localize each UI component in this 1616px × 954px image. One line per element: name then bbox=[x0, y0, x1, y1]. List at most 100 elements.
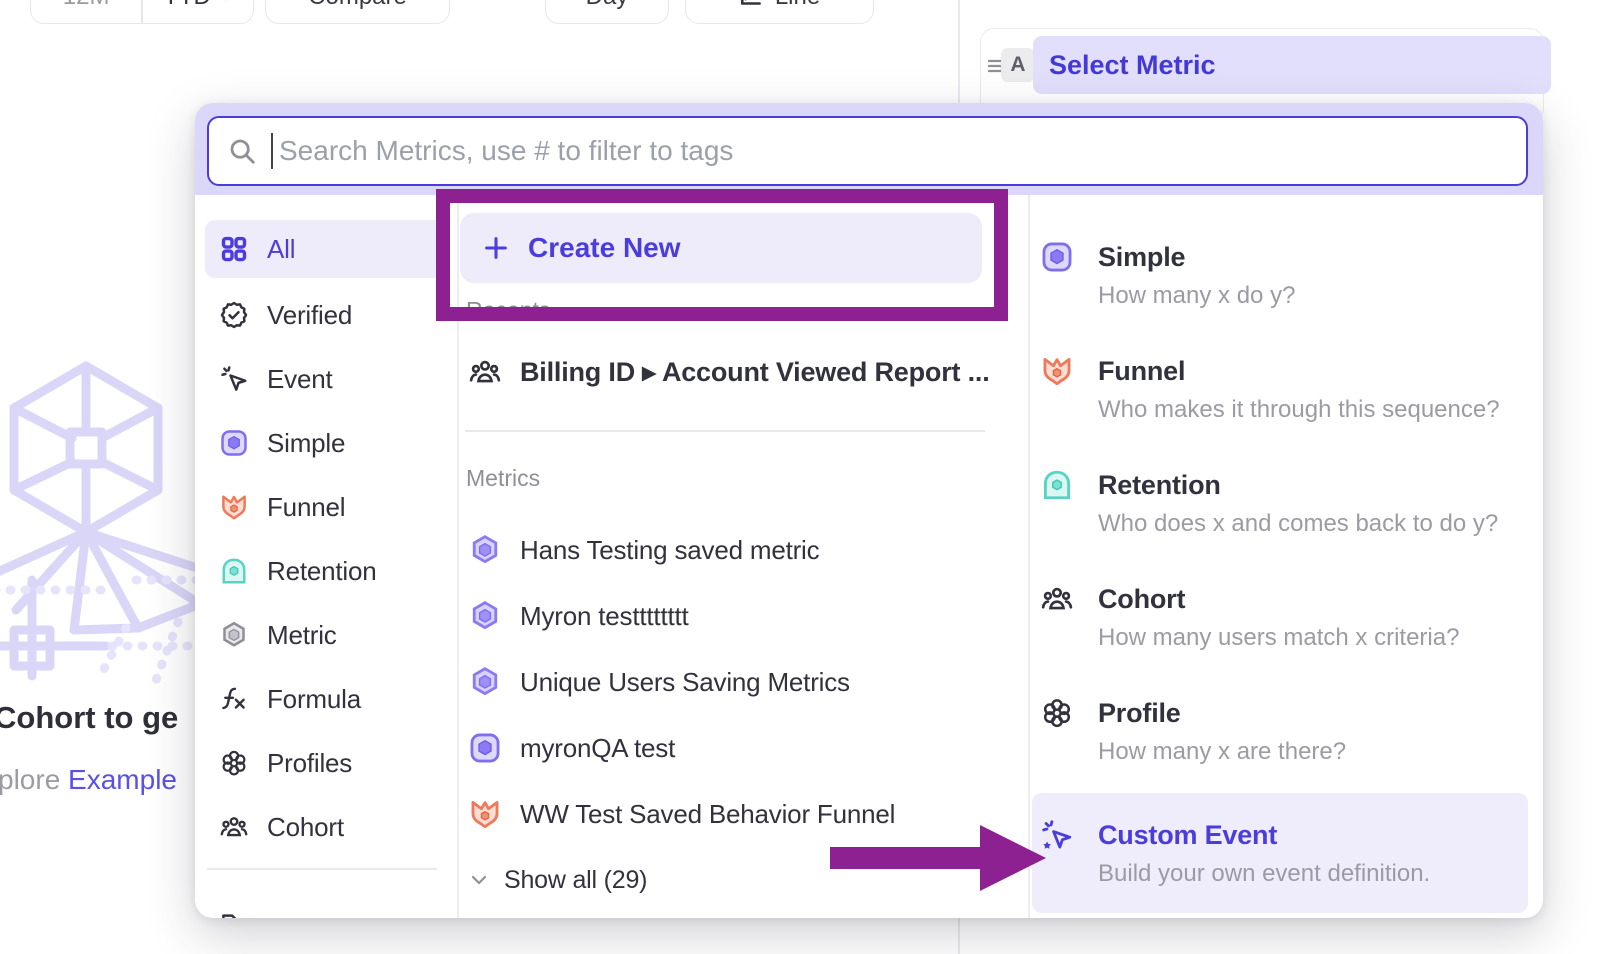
metric-row-letter-badge: A bbox=[1001, 48, 1035, 82]
type-retention[interactable]: Retention bbox=[1040, 465, 1221, 505]
metric-item[interactable]: myronQA test bbox=[468, 726, 675, 770]
date-range-segmented: 12M YTD bbox=[30, 0, 254, 24]
line-label: Line bbox=[775, 0, 820, 11]
type-cohort[interactable]: Cohort bbox=[1040, 579, 1185, 619]
annotation-arrow bbox=[830, 822, 1048, 894]
grid-icon bbox=[219, 234, 249, 264]
metric-hexagon-icon bbox=[219, 620, 249, 650]
type-simple[interactable]: Simple bbox=[1040, 237, 1185, 277]
range-12m-button[interactable]: 12M bbox=[31, 0, 141, 23]
type-funnel-desc: Who makes it through this sequence? bbox=[1098, 396, 1500, 424]
empty-state-headline-fragment: Cohort to ge bbox=[0, 700, 178, 736]
sidebar-item-metric[interactable]: Metric bbox=[205, 606, 447, 664]
sidebar-item-all[interactable]: All bbox=[205, 220, 447, 278]
show-all-toggle[interactable]: Show all (29) bbox=[468, 858, 647, 902]
day-label: Day bbox=[586, 0, 629, 11]
type-title: Retention bbox=[1098, 470, 1221, 501]
type-cohort-desc: How many users match x criteria? bbox=[1098, 624, 1459, 652]
metric-item-label: Hans Testing saved metric bbox=[520, 535, 819, 566]
funnel-icon bbox=[468, 797, 502, 831]
text-cursor bbox=[271, 133, 273, 169]
type-custom-event-desc: Build your own event definition. bbox=[1098, 860, 1430, 888]
profiles-flower-icon bbox=[219, 748, 249, 778]
line-chart-icon bbox=[739, 0, 765, 10]
sidebar-item-formula[interactable]: Formula bbox=[205, 670, 447, 728]
type-simple-desc: How many x do y? bbox=[1098, 282, 1295, 310]
tag-icon bbox=[219, 910, 249, 918]
select-metric-button[interactable]: Select Metric bbox=[1033, 36, 1551, 94]
type-custom-event[interactable]: Custom Event bbox=[1040, 815, 1277, 855]
recent-item-billing[interactable]: Billing ID ▸ Account Viewed Report ... bbox=[468, 350, 990, 394]
type-title: Profile bbox=[1098, 698, 1181, 729]
sidebar-item-label: Profiles bbox=[267, 748, 352, 779]
simple-square-icon bbox=[219, 428, 249, 458]
recents-divider bbox=[465, 430, 985, 432]
search-input[interactable] bbox=[277, 134, 1508, 168]
profiles-flower-icon bbox=[1040, 696, 1074, 730]
compare-button[interactable]: Compare bbox=[265, 0, 450, 24]
sidebar-item-label: Funnel bbox=[267, 492, 345, 523]
empty-state-explore-line: xplore Example bbox=[0, 764, 177, 796]
metric-hexagon-purple-icon bbox=[468, 665, 502, 699]
sidebar-item-simple[interactable]: Simple bbox=[205, 414, 447, 472]
sidebar-item-event[interactable]: Event bbox=[205, 350, 447, 408]
recent-item-label: Billing ID ▸ Account Viewed Report ... bbox=[520, 357, 990, 388]
search-icon bbox=[227, 136, 257, 166]
sidebar-item-funnel[interactable]: Funnel bbox=[205, 478, 447, 536]
retention-arch-icon bbox=[1040, 468, 1074, 502]
metric-hexagon-purple-icon bbox=[468, 599, 502, 633]
sidebar-item-label: Cohort bbox=[267, 812, 344, 843]
annotation-highlight-box bbox=[436, 189, 1008, 321]
event-cursor-icon bbox=[219, 364, 249, 394]
chevron-down-icon bbox=[217, 0, 233, 5]
type-title: Funnel bbox=[1098, 356, 1185, 387]
metric-item-label: Myron testttttttt bbox=[520, 601, 689, 632]
metric-item[interactable]: Hans Testing saved metric bbox=[468, 528, 819, 572]
compare-label: Compare bbox=[308, 0, 407, 11]
show-all-label: Show all (29) bbox=[504, 866, 647, 895]
sidebar-item-label: Retention bbox=[267, 556, 377, 587]
range-ytd-button[interactable]: YTD bbox=[143, 0, 253, 23]
formula-fx-icon bbox=[219, 684, 249, 714]
metric-item[interactable]: Unique Users Saving Metrics bbox=[468, 660, 850, 704]
sidebar-item-verified[interactable]: Verified bbox=[205, 286, 447, 344]
example-link[interactable]: Example bbox=[68, 764, 177, 795]
interval-day-button[interactable]: Day bbox=[545, 0, 669, 24]
sidebar-item-label: Formula bbox=[267, 684, 361, 715]
retention-arch-icon bbox=[219, 556, 249, 586]
types-column-divider bbox=[1028, 195, 1030, 918]
sidebar-item-cohort[interactable]: Cohort bbox=[205, 798, 447, 856]
type-retention-desc: Who does x and comes back to do y? bbox=[1098, 510, 1498, 538]
metrics-heading: Metrics bbox=[466, 465, 540, 492]
metric-search-field[interactable] bbox=[207, 116, 1528, 186]
sidebar-item-tags-partial[interactable] bbox=[205, 896, 447, 918]
cohort-people-icon bbox=[219, 812, 249, 842]
metric-item-label: Unique Users Saving Metrics bbox=[520, 667, 850, 698]
sidebar-item-label: All bbox=[267, 234, 295, 265]
type-funnel[interactable]: Funnel bbox=[1040, 351, 1185, 391]
type-profile-desc: How many x are there? bbox=[1098, 738, 1346, 766]
type-title: Simple bbox=[1098, 242, 1185, 273]
cohort-people-icon bbox=[1040, 582, 1074, 616]
sidebar-item-retention[interactable]: Retention bbox=[205, 542, 447, 600]
chart-type-line-button[interactable]: Line bbox=[685, 0, 874, 24]
simple-square-icon bbox=[1040, 240, 1074, 274]
sidebar-item-label: Simple bbox=[267, 428, 345, 459]
funnel-icon bbox=[219, 492, 249, 522]
sidebar-item-profiles[interactable]: Profiles bbox=[205, 734, 447, 792]
funnel-icon bbox=[1040, 354, 1074, 388]
explore-prefix-text: xplore bbox=[0, 764, 60, 795]
type-title: Cohort bbox=[1098, 584, 1185, 615]
metric-item[interactable]: Myron testttttttt bbox=[468, 594, 689, 638]
type-profile[interactable]: Profile bbox=[1040, 693, 1181, 733]
sidebar-item-label: Verified bbox=[267, 300, 352, 331]
sidebar-divider bbox=[207, 868, 437, 870]
sidebar-item-label: Event bbox=[267, 364, 333, 395]
screen: 12M YTD Compare Day Line Cohort to ge bbox=[0, 0, 1616, 954]
chevron-down-icon bbox=[468, 869, 490, 891]
sidebar-item-label: Metric bbox=[267, 620, 337, 651]
verified-badge-icon bbox=[219, 300, 249, 330]
metric-item-label: myronQA test bbox=[520, 733, 675, 764]
type-title: Custom Event bbox=[1098, 820, 1277, 851]
range-ytd-label: YTD bbox=[163, 0, 211, 11]
